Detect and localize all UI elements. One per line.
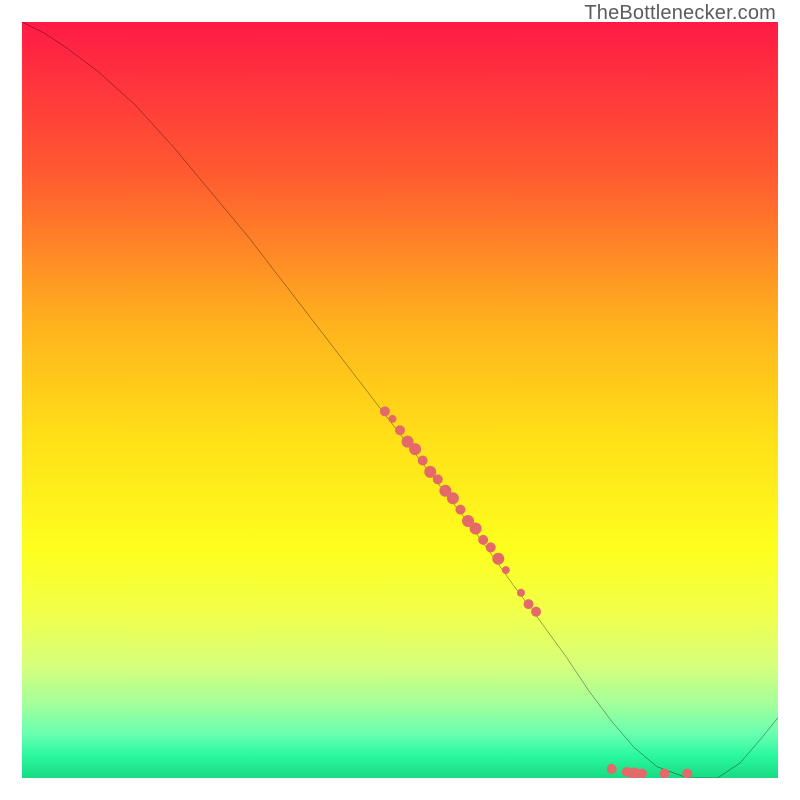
data-point xyxy=(388,415,396,423)
data-point xyxy=(531,607,541,617)
chart-container: TheBottlenecker.com xyxy=(0,0,800,800)
data-point xyxy=(486,542,496,552)
data-point xyxy=(447,492,459,504)
data-point xyxy=(637,768,647,778)
data-point xyxy=(395,425,405,435)
plot-area xyxy=(22,22,778,778)
data-point xyxy=(433,474,443,484)
data-point xyxy=(502,566,510,574)
data-points-group xyxy=(380,406,692,778)
bottleneck-curve xyxy=(22,22,778,778)
data-point xyxy=(492,553,504,565)
data-point xyxy=(607,764,617,774)
data-point xyxy=(524,599,534,609)
data-point xyxy=(517,589,525,597)
data-point xyxy=(380,406,390,416)
data-point xyxy=(455,505,465,515)
data-point xyxy=(418,455,428,465)
curve-layer xyxy=(22,22,778,778)
data-point xyxy=(682,768,692,778)
data-point xyxy=(470,523,482,535)
data-point xyxy=(478,535,488,545)
data-point xyxy=(409,443,421,455)
data-point xyxy=(660,768,670,778)
